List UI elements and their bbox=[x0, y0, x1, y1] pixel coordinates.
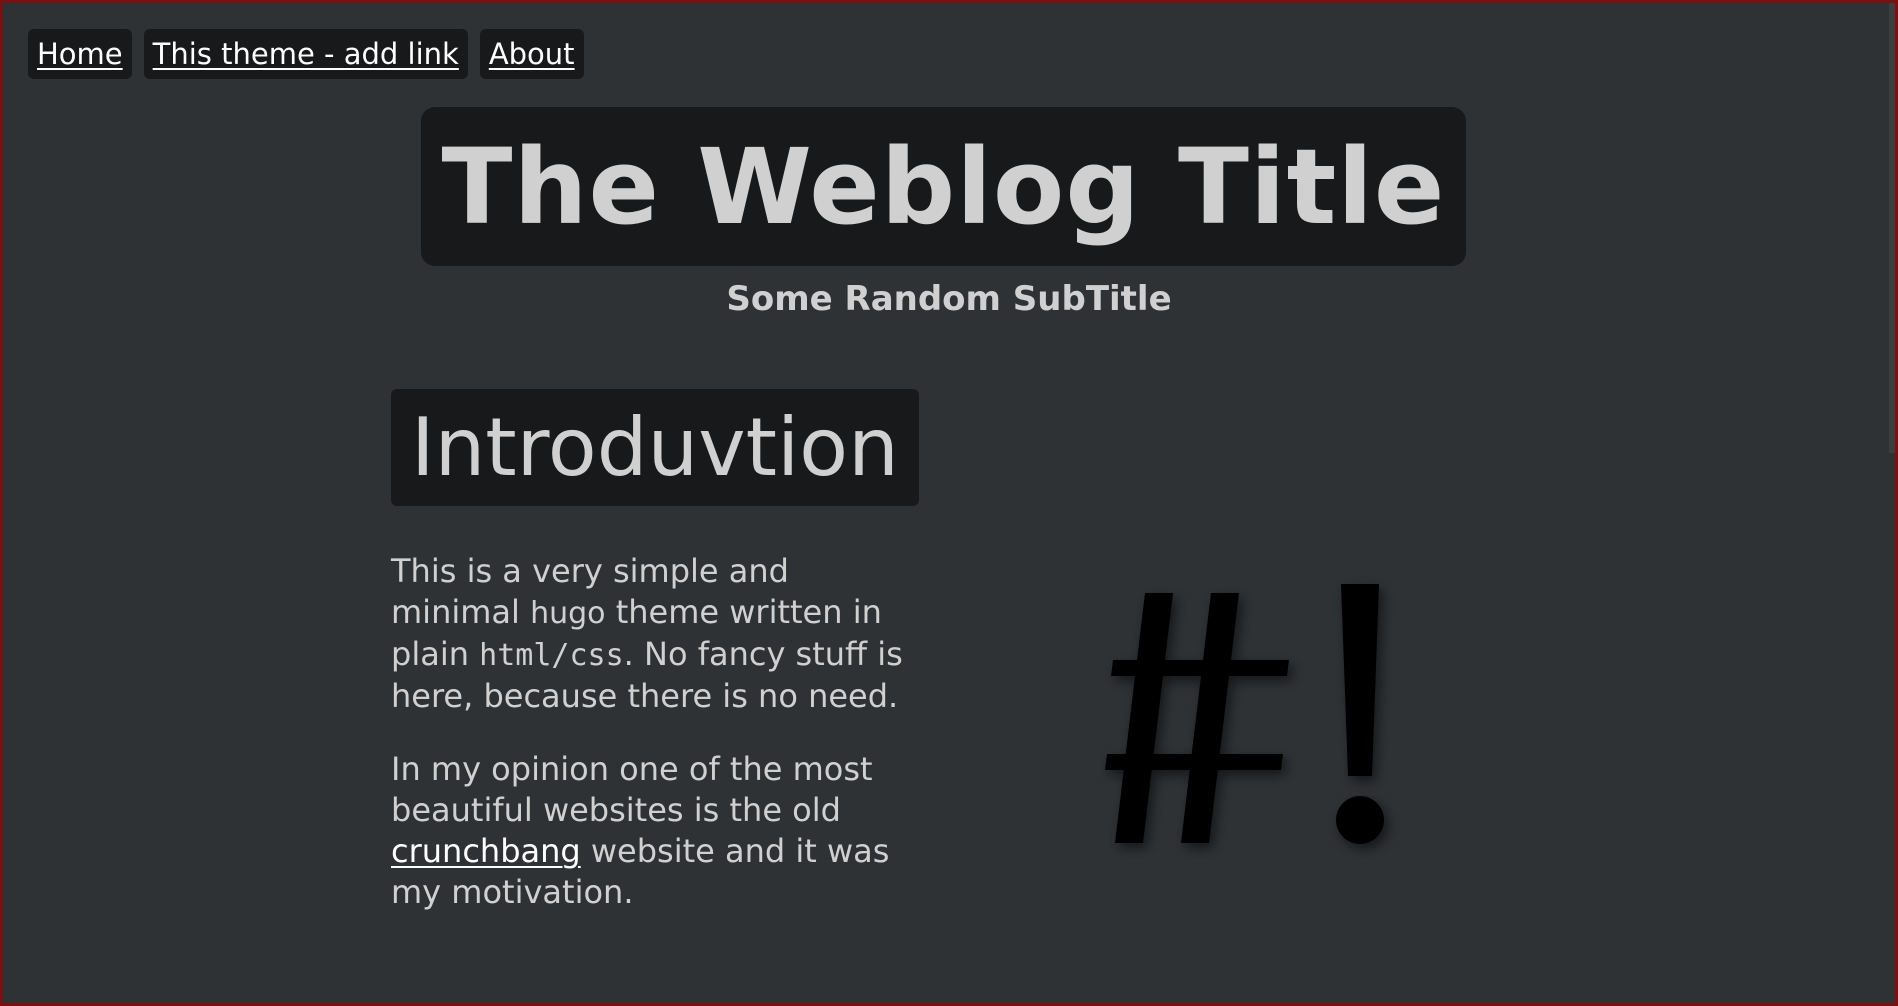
hugo-term: hugo bbox=[530, 596, 606, 631]
section-heading-box: Introduvtion bbox=[391, 389, 919, 506]
nav-about-link[interactable]: About bbox=[479, 29, 584, 79]
intro-paragraph: This is a very simple and minimal hugo t… bbox=[391, 551, 911, 717]
vertical-scrollbar[interactable] bbox=[1889, 3, 1895, 453]
site-title-box: The Weblog Title bbox=[421, 107, 1466, 266]
crunchbang-link[interactable]: crunchbang bbox=[391, 832, 581, 870]
site-subtitle: Some Random SubTitle bbox=[726, 279, 1172, 319]
motivation-text-1: In my opinion one of the most beautiful … bbox=[391, 750, 873, 829]
nav-home-link[interactable]: Home bbox=[28, 29, 132, 79]
motivation-paragraph: In my opinion one of the most beautiful … bbox=[391, 749, 911, 913]
top-nav: Home This theme - add link About bbox=[28, 29, 584, 79]
crunchbang-logo-icon bbox=[1101, 558, 1441, 858]
site-title: The Weblog Title bbox=[441, 125, 1446, 248]
code-term: html/css bbox=[479, 638, 624, 673]
nav-this-theme-link[interactable]: This theme - add link bbox=[143, 29, 468, 79]
article-content: This is a very simple and minimal hugo t… bbox=[391, 551, 911, 945]
section-heading: Introduvtion bbox=[411, 400, 899, 494]
